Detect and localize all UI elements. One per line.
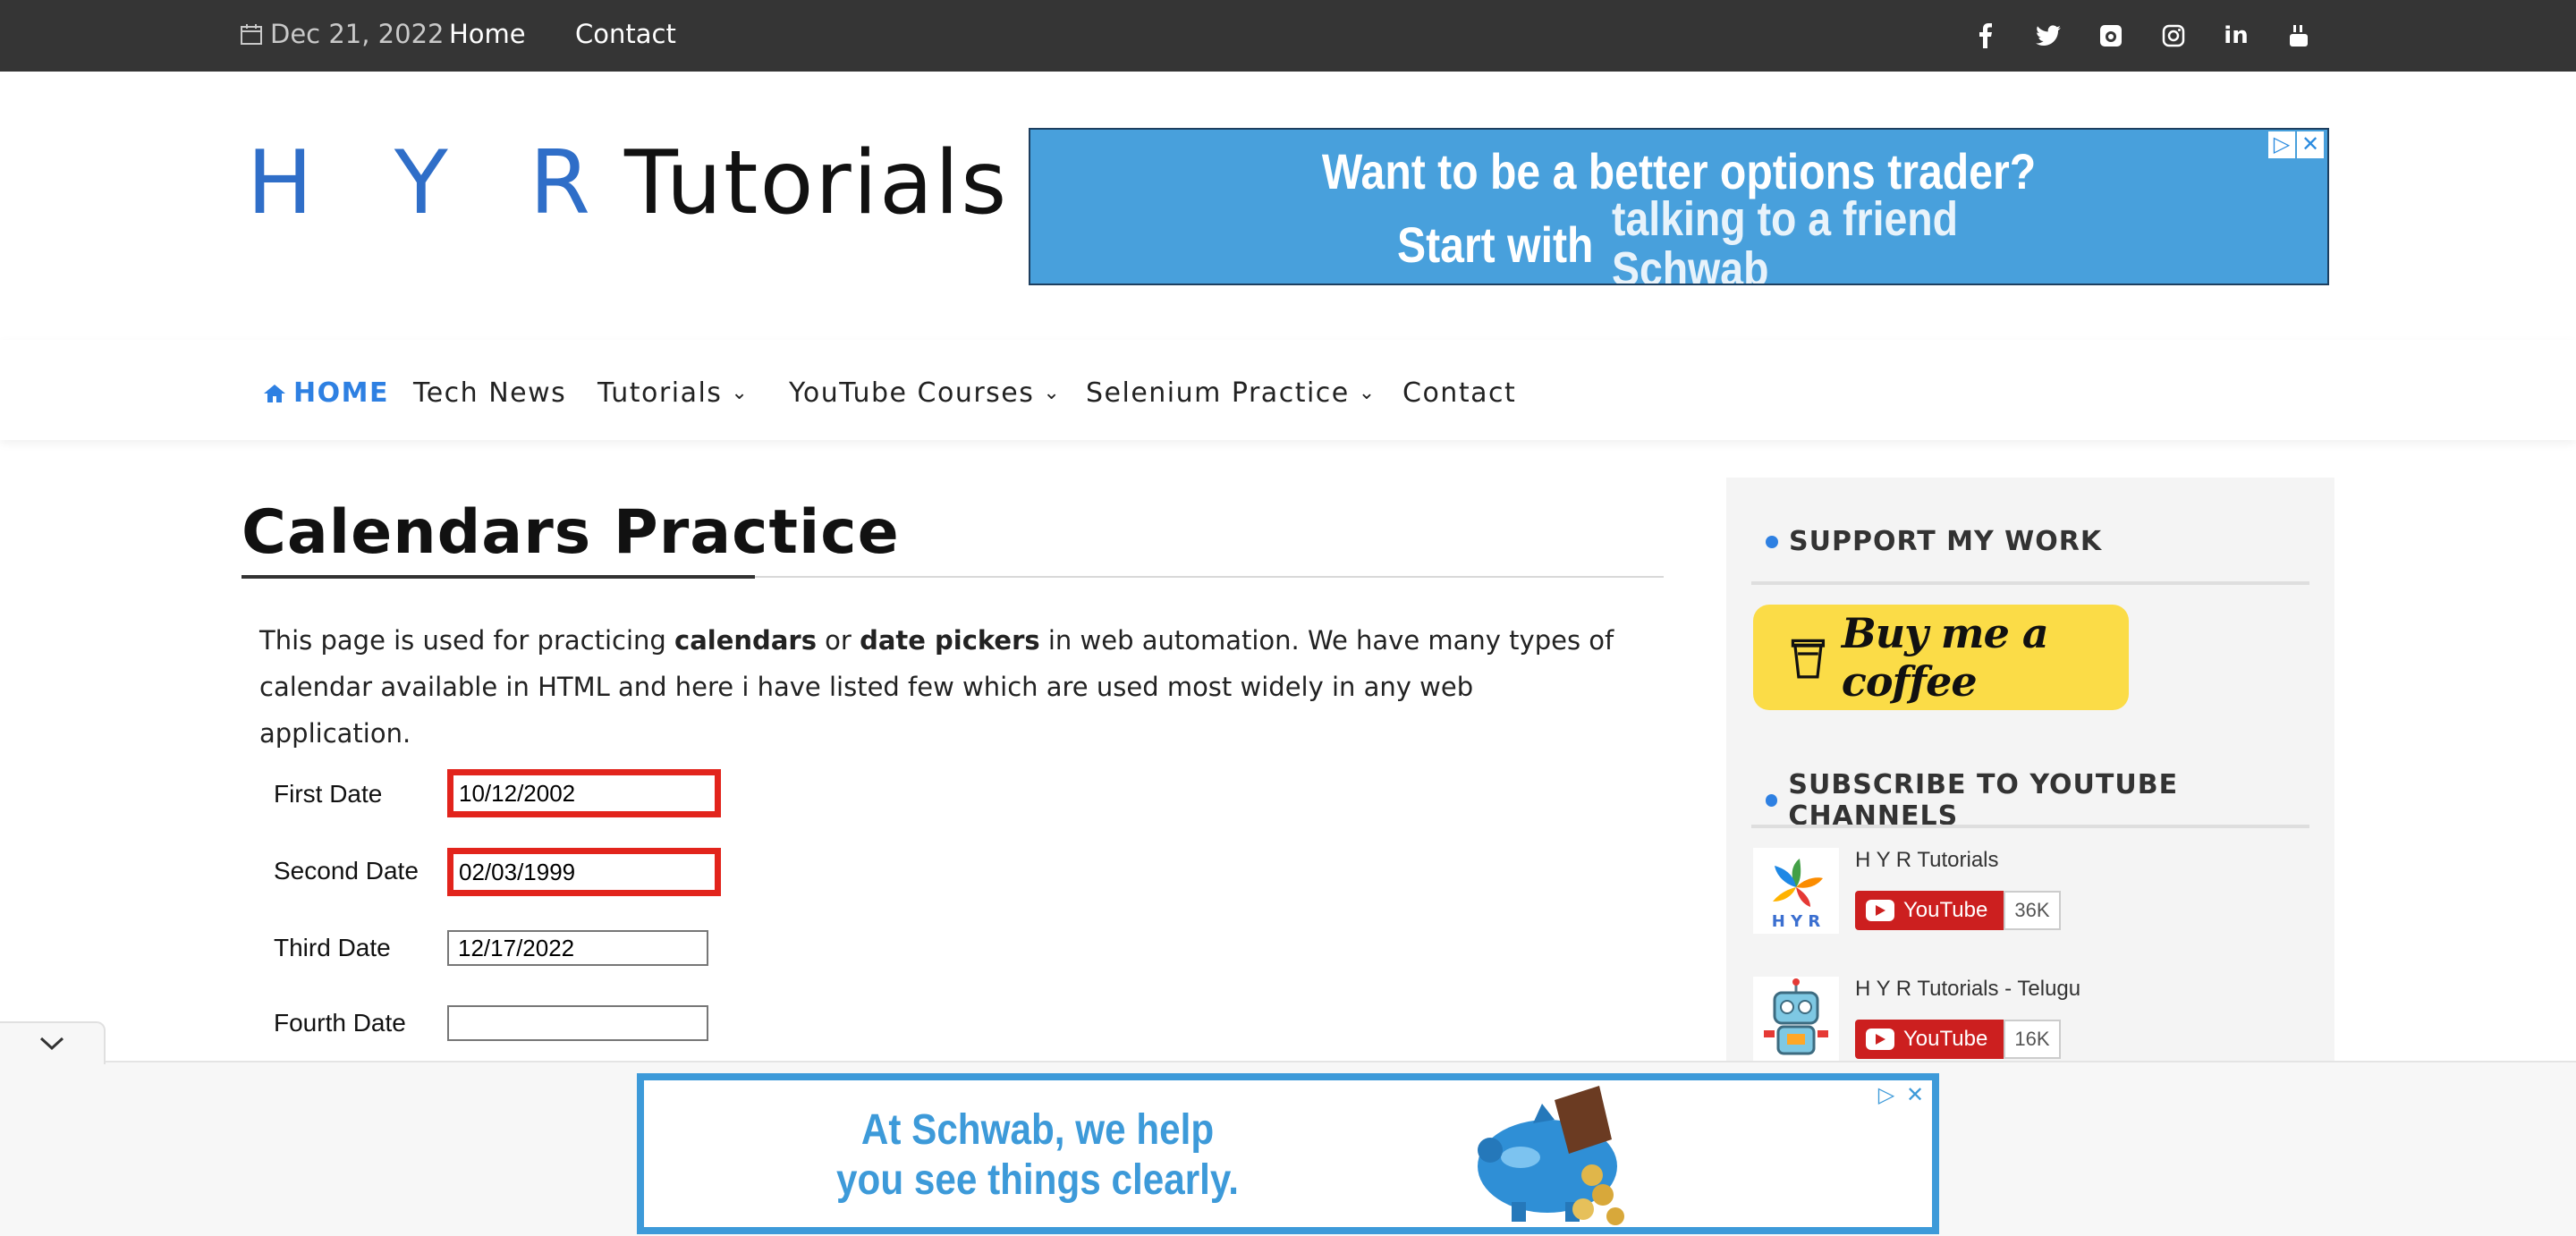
site-logo[interactable]: H Y R Tutorials — [247, 132, 1009, 234]
nav-label: Selenium Practice — [1086, 377, 1350, 409]
logo-hyr: H Y R — [247, 132, 617, 234]
support-divider — [1751, 581, 2309, 585]
facebook-icon[interactable] — [1968, 18, 2004, 54]
header-ad-banner[interactable]: Want to be a better options trader? Star… — [1029, 128, 2329, 285]
hyr-channel-logo[interactable]: H Y R — [1753, 848, 1839, 934]
hyr-telugu-channel-logo[interactable] — [1753, 977, 1839, 1062]
bullet-dot — [1766, 794, 1778, 807]
title-underline — [242, 575, 755, 579]
youtube-play-icon — [1866, 900, 1894, 921]
date-text: Dec 21, 2022 — [270, 19, 445, 49]
second-date-input[interactable] — [447, 848, 721, 896]
chevron-down-icon: ⌄ — [731, 382, 750, 404]
nav-label: Tutorials — [597, 377, 723, 409]
subscribe-divider — [1751, 825, 2309, 828]
first-date-label: First Date — [274, 780, 383, 808]
ad-info-icon[interactable]: ▷ — [2268, 131, 2295, 158]
bullet-dot — [1766, 535, 1778, 548]
ad-close-icon[interactable]: ✕ — [1902, 1082, 1928, 1109]
subscriber-count: 16K — [2004, 1020, 2061, 1059]
home-icon — [264, 385, 285, 402]
ad-rolling-line2: Schwab — [1612, 242, 1769, 285]
youtube-subscribe-button[interactable]: YouTube — [1855, 891, 2004, 930]
support-heading-text: SUPPORT MY WORK — [1789, 526, 2103, 557]
nav-home[interactable]: HOME — [263, 376, 389, 411]
logo-tutorials: Tutorials — [623, 132, 1009, 234]
nav-label: YouTube Courses — [789, 377, 1035, 409]
subscriber-count: 36K — [2004, 891, 2061, 930]
third-date-input[interactable] — [447, 930, 708, 966]
piggy-bank-image — [1478, 1086, 1624, 1225]
page-title: Calendars Practice — [242, 497, 900, 568]
nav-home-label: HOME — [293, 377, 389, 409]
youtube-icon[interactable] — [2281, 18, 2317, 54]
intro-text-c: or — [816, 625, 860, 656]
nav-label: Contact — [1402, 377, 1517, 409]
support-heading: SUPPORT MY WORK — [1766, 526, 2102, 557]
nav-selenium-practice[interactable]: Selenium Practice ⌄ — [1086, 376, 1377, 411]
chevron-down-icon: ⌄ — [1043, 382, 1062, 404]
ad-close-icon[interactable]: ✕ — [2297, 131, 2324, 158]
main-nav: HOME Tech News Tutorials ⌄ YouTube Cours… — [0, 340, 2576, 440]
fourth-date-input[interactable] — [447, 1005, 708, 1041]
intro-paragraph: This page is used for practicing calenda… — [259, 617, 1619, 757]
bottom-ad-line1: At Schwab, we help — [860, 1106, 1215, 1154]
fourth-date-label: Fourth Date — [274, 1009, 406, 1037]
intro-text-a: This page is used for practicing — [259, 625, 675, 656]
nav-contact[interactable]: Contact — [1402, 376, 1516, 411]
chevron-down-icon — [39, 1037, 64, 1051]
ad-choices: ▷ ✕ — [2268, 131, 2324, 158]
calendar-icon — [241, 24, 262, 45]
topbar-contact-link[interactable]: Contact — [575, 16, 676, 52]
first-date-input[interactable] — [447, 769, 721, 817]
subscribe-heading-text: SUBSCRIBE TO YOUTUBE CHANNELS — [1788, 769, 2179, 832]
ad-rolling-line1: talking to a friend — [1612, 192, 1959, 246]
instagram-icon[interactable] — [2156, 18, 2191, 54]
topbar-home-link[interactable]: Home — [449, 16, 526, 52]
nav-label: Tech News — [413, 377, 567, 409]
bmc-label: Buy me a coffee — [1841, 609, 2049, 706]
linkedin-icon[interactable]: in — [2218, 18, 2254, 54]
youtube-button-label: YouTube — [1903, 898, 1988, 922]
intro-bold-datepickers: date pickers — [860, 625, 1040, 656]
bottom-ad-text: At Schwab, we help you see things clearl… — [833, 1105, 1242, 1206]
coffee-cup-icon — [1791, 639, 1826, 679]
youtube-subscribe-button[interactable]: YouTube — [1855, 1020, 2004, 1059]
topbar-date: Dec 21, 2022 — [240, 16, 444, 52]
channel-name-hyr[interactable]: H Y R Tutorials — [1855, 848, 1999, 873]
nav-tutorials[interactable]: Tutorials ⌄ — [597, 376, 749, 411]
third-date-label: Third Date — [274, 934, 391, 961]
collapse-ad-button[interactable] — [0, 1021, 106, 1064]
bottom-ad-banner[interactable]: At Schwab, we help you see things clearl… — [637, 1073, 1939, 1234]
svg-text:H Y R: H Y R — [1772, 912, 1821, 931]
ad-info-icon[interactable]: ▷ — [1873, 1082, 1900, 1109]
chevron-down-icon: ⌄ — [1358, 382, 1377, 404]
bottom-ad-line2: you see things clearly. — [836, 1156, 1239, 1204]
buy-me-a-coffee-button[interactable]: Buy me a coffee — [1753, 605, 2129, 710]
ad-choices: ▷ ✕ — [1873, 1082, 1928, 1109]
subscribe-heading: SUBSCRIBE TO YOUTUBE CHANNELS — [1766, 769, 2334, 832]
github-icon[interactable] — [2093, 18, 2129, 54]
youtube-play-icon — [1866, 1029, 1894, 1050]
ad-rolling-text: talking to a friend Schwab — [1612, 192, 1959, 285]
intro-bold-calendars: calendars — [674, 625, 817, 656]
second-date-label: Second Date — [274, 857, 419, 885]
ad-start-with: Start with — [1397, 216, 1594, 273]
nav-tech-news[interactable]: Tech News — [413, 376, 566, 411]
twitter-icon[interactable] — [2030, 18, 2066, 54]
nav-youtube-courses[interactable]: YouTube Courses ⌄ — [789, 376, 1061, 411]
top-bar: Dec 21, 2022 Home Contact in — [0, 0, 2576, 72]
youtube-button-label: YouTube — [1903, 1027, 1988, 1051]
channel-name-hyr-telugu[interactable]: H Y R Tutorials - Telugu — [1855, 977, 2080, 1002]
